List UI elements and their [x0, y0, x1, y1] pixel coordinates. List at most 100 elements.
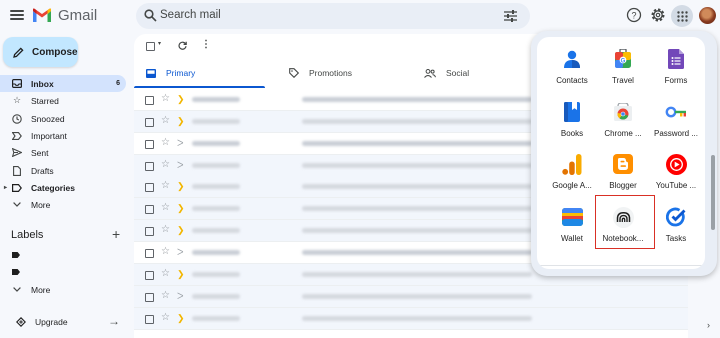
upgrade-link[interactable]: Upgrade: [16, 317, 68, 327]
app-books[interactable]: Books: [546, 93, 598, 143]
app-wallet[interactable]: Wallet: [546, 198, 598, 248]
expand-arrow-icon[interactable]: ▸: [4, 184, 7, 191]
app-blogger[interactable]: Blogger: [597, 145, 649, 195]
blogger-icon: [612, 153, 634, 175]
label-tag-icon[interactable]: [12, 269, 20, 275]
settings-gear-icon[interactable]: [650, 7, 666, 23]
gmail-logo[interactable]: Gmail: [32, 7, 97, 24]
star-icon[interactable]: ☆: [161, 312, 170, 323]
important-marker-icon[interactable]: ᐳ: [177, 160, 184, 171]
row-checkbox[interactable]: [145, 227, 154, 236]
app-label: Forms: [664, 76, 688, 85]
help-icon[interactable]: ?: [626, 7, 642, 23]
important-marker-icon[interactable]: ᐳ: [177, 247, 184, 258]
apps-panel-scrollbar[interactable]: [711, 155, 715, 230]
sender-redacted: [192, 206, 240, 211]
sidebar-item-important[interactable]: Important: [0, 127, 126, 144]
google-apps-button[interactable]: [671, 5, 693, 27]
important-marker-icon[interactable]: ❯: [177, 116, 185, 127]
star-icon[interactable]: ☆: [161, 115, 170, 126]
star-icon[interactable]: ☆: [161, 159, 170, 170]
sidebar-item-snoozed[interactable]: Snoozed: [0, 110, 126, 127]
app-label: Password ...: [653, 129, 698, 138]
email-row[interactable]: ☆ ❯: [134, 308, 688, 330]
important-marker-icon[interactable]: ❯: [177, 313, 185, 324]
star-icon[interactable]: ☆: [161, 246, 170, 257]
app-chrome-web-store[interactable]: Chrome ...: [597, 93, 649, 143]
row-checkbox[interactable]: [145, 162, 154, 171]
sidebar-item-label: More: [31, 199, 51, 210]
app-youtube-music[interactable]: YouTube ...: [650, 145, 702, 195]
row-checkbox[interactable]: [145, 96, 154, 105]
row-checkbox[interactable]: [145, 293, 154, 302]
app-forms[interactable]: Forms: [650, 40, 702, 90]
row-checkbox[interactable]: [145, 271, 154, 280]
labels-more[interactable]: More: [0, 281, 126, 298]
star-icon[interactable]: ☆: [161, 224, 170, 235]
sender-redacted: [192, 141, 240, 146]
star-icon[interactable]: ☆: [161, 93, 170, 104]
app-travel[interactable]: G Travel: [597, 40, 649, 90]
row-checkbox[interactable]: [145, 249, 154, 258]
tab-social[interactable]: Social: [412, 58, 532, 88]
side-panel-toggle-icon[interactable]: ›: [707, 320, 710, 330]
important-marker-icon[interactable]: ❯: [177, 269, 185, 280]
select-dropdown-icon[interactable]: ▾: [158, 40, 161, 47]
app-name: Gmail: [58, 7, 98, 24]
subject-redacted: [302, 272, 532, 277]
important-marker-icon[interactable]: ❯: [177, 203, 185, 214]
email-row[interactable]: ☆ ᐳ: [134, 286, 688, 308]
important-marker-icon[interactable]: ❯: [177, 94, 185, 105]
label-tag-icon[interactable]: [12, 252, 20, 258]
row-checkbox[interactable]: [145, 118, 154, 127]
star-icon[interactable]: ☆: [161, 202, 170, 213]
sender-redacted: [192, 272, 240, 277]
important-marker-icon[interactable]: ❯: [177, 225, 185, 236]
search-placeholder: Search mail: [160, 9, 221, 21]
tasks-icon: [665, 206, 687, 228]
label-icon: [12, 183, 22, 193]
app-label: Google A...: [552, 181, 592, 190]
sidebar-item-more[interactable]: More: [0, 196, 126, 213]
app-contacts[interactable]: Contacts: [546, 40, 598, 90]
inbox-icon: [146, 68, 156, 78]
search-icon[interactable]: [144, 9, 157, 22]
important-marker-icon[interactable]: ᐳ: [177, 291, 184, 302]
pencil-icon: [13, 46, 24, 58]
sidebar-item-sent[interactable]: Sent: [0, 144, 126, 161]
select-all-checkbox[interactable]: [146, 42, 155, 51]
main-menu-icon[interactable]: [10, 8, 24, 22]
row-checkbox[interactable]: [145, 205, 154, 214]
subject-redacted: [302, 141, 532, 146]
sidebar-item-drafts[interactable]: Drafts: [0, 162, 126, 179]
compose-button[interactable]: Compose: [3, 37, 78, 67]
add-label-icon[interactable]: +: [112, 226, 120, 242]
important-marker-icon[interactable]: ❯: [177, 181, 185, 192]
sidebar-item-categories[interactable]: ▸ Categories: [0, 179, 126, 196]
star-icon[interactable]: ☆: [161, 180, 170, 191]
row-checkbox[interactable]: [145, 140, 154, 149]
sidebar-item-starred[interactable]: ☆ Starred: [0, 92, 126, 109]
tab-promotions[interactable]: Promotions: [277, 58, 405, 88]
row-checkbox[interactable]: [145, 315, 154, 324]
important-marker-icon[interactable]: ᐳ: [177, 138, 184, 149]
star-icon[interactable]: ☆: [161, 268, 170, 279]
subject-redacted: [302, 119, 532, 124]
star-icon[interactable]: ☆: [161, 290, 170, 301]
sidebar-item-inbox[interactable]: Inbox 6: [0, 75, 126, 92]
app-label: Books: [560, 129, 584, 138]
app-password-manager[interactable]: Password ...: [650, 93, 702, 143]
more-options-icon[interactable]: ⋮: [201, 39, 211, 50]
search-bar[interactable]: Search mail: [136, 3, 530, 29]
app-google-analytics[interactable]: Google A...: [546, 145, 598, 195]
star-icon[interactable]: ☆: [161, 137, 170, 148]
chrome-web-store-icon: [612, 101, 634, 123]
app-tasks[interactable]: Tasks: [650, 198, 702, 248]
row-checkbox[interactable]: [145, 183, 154, 192]
refresh-icon[interactable]: [178, 41, 187, 50]
tab-primary[interactable]: Primary: [134, 58, 265, 88]
inbox-icon: [12, 79, 22, 89]
account-avatar[interactable]: [699, 7, 716, 24]
search-options-icon[interactable]: [504, 10, 517, 22]
arrow-right-icon[interactable]: →: [108, 314, 120, 328]
